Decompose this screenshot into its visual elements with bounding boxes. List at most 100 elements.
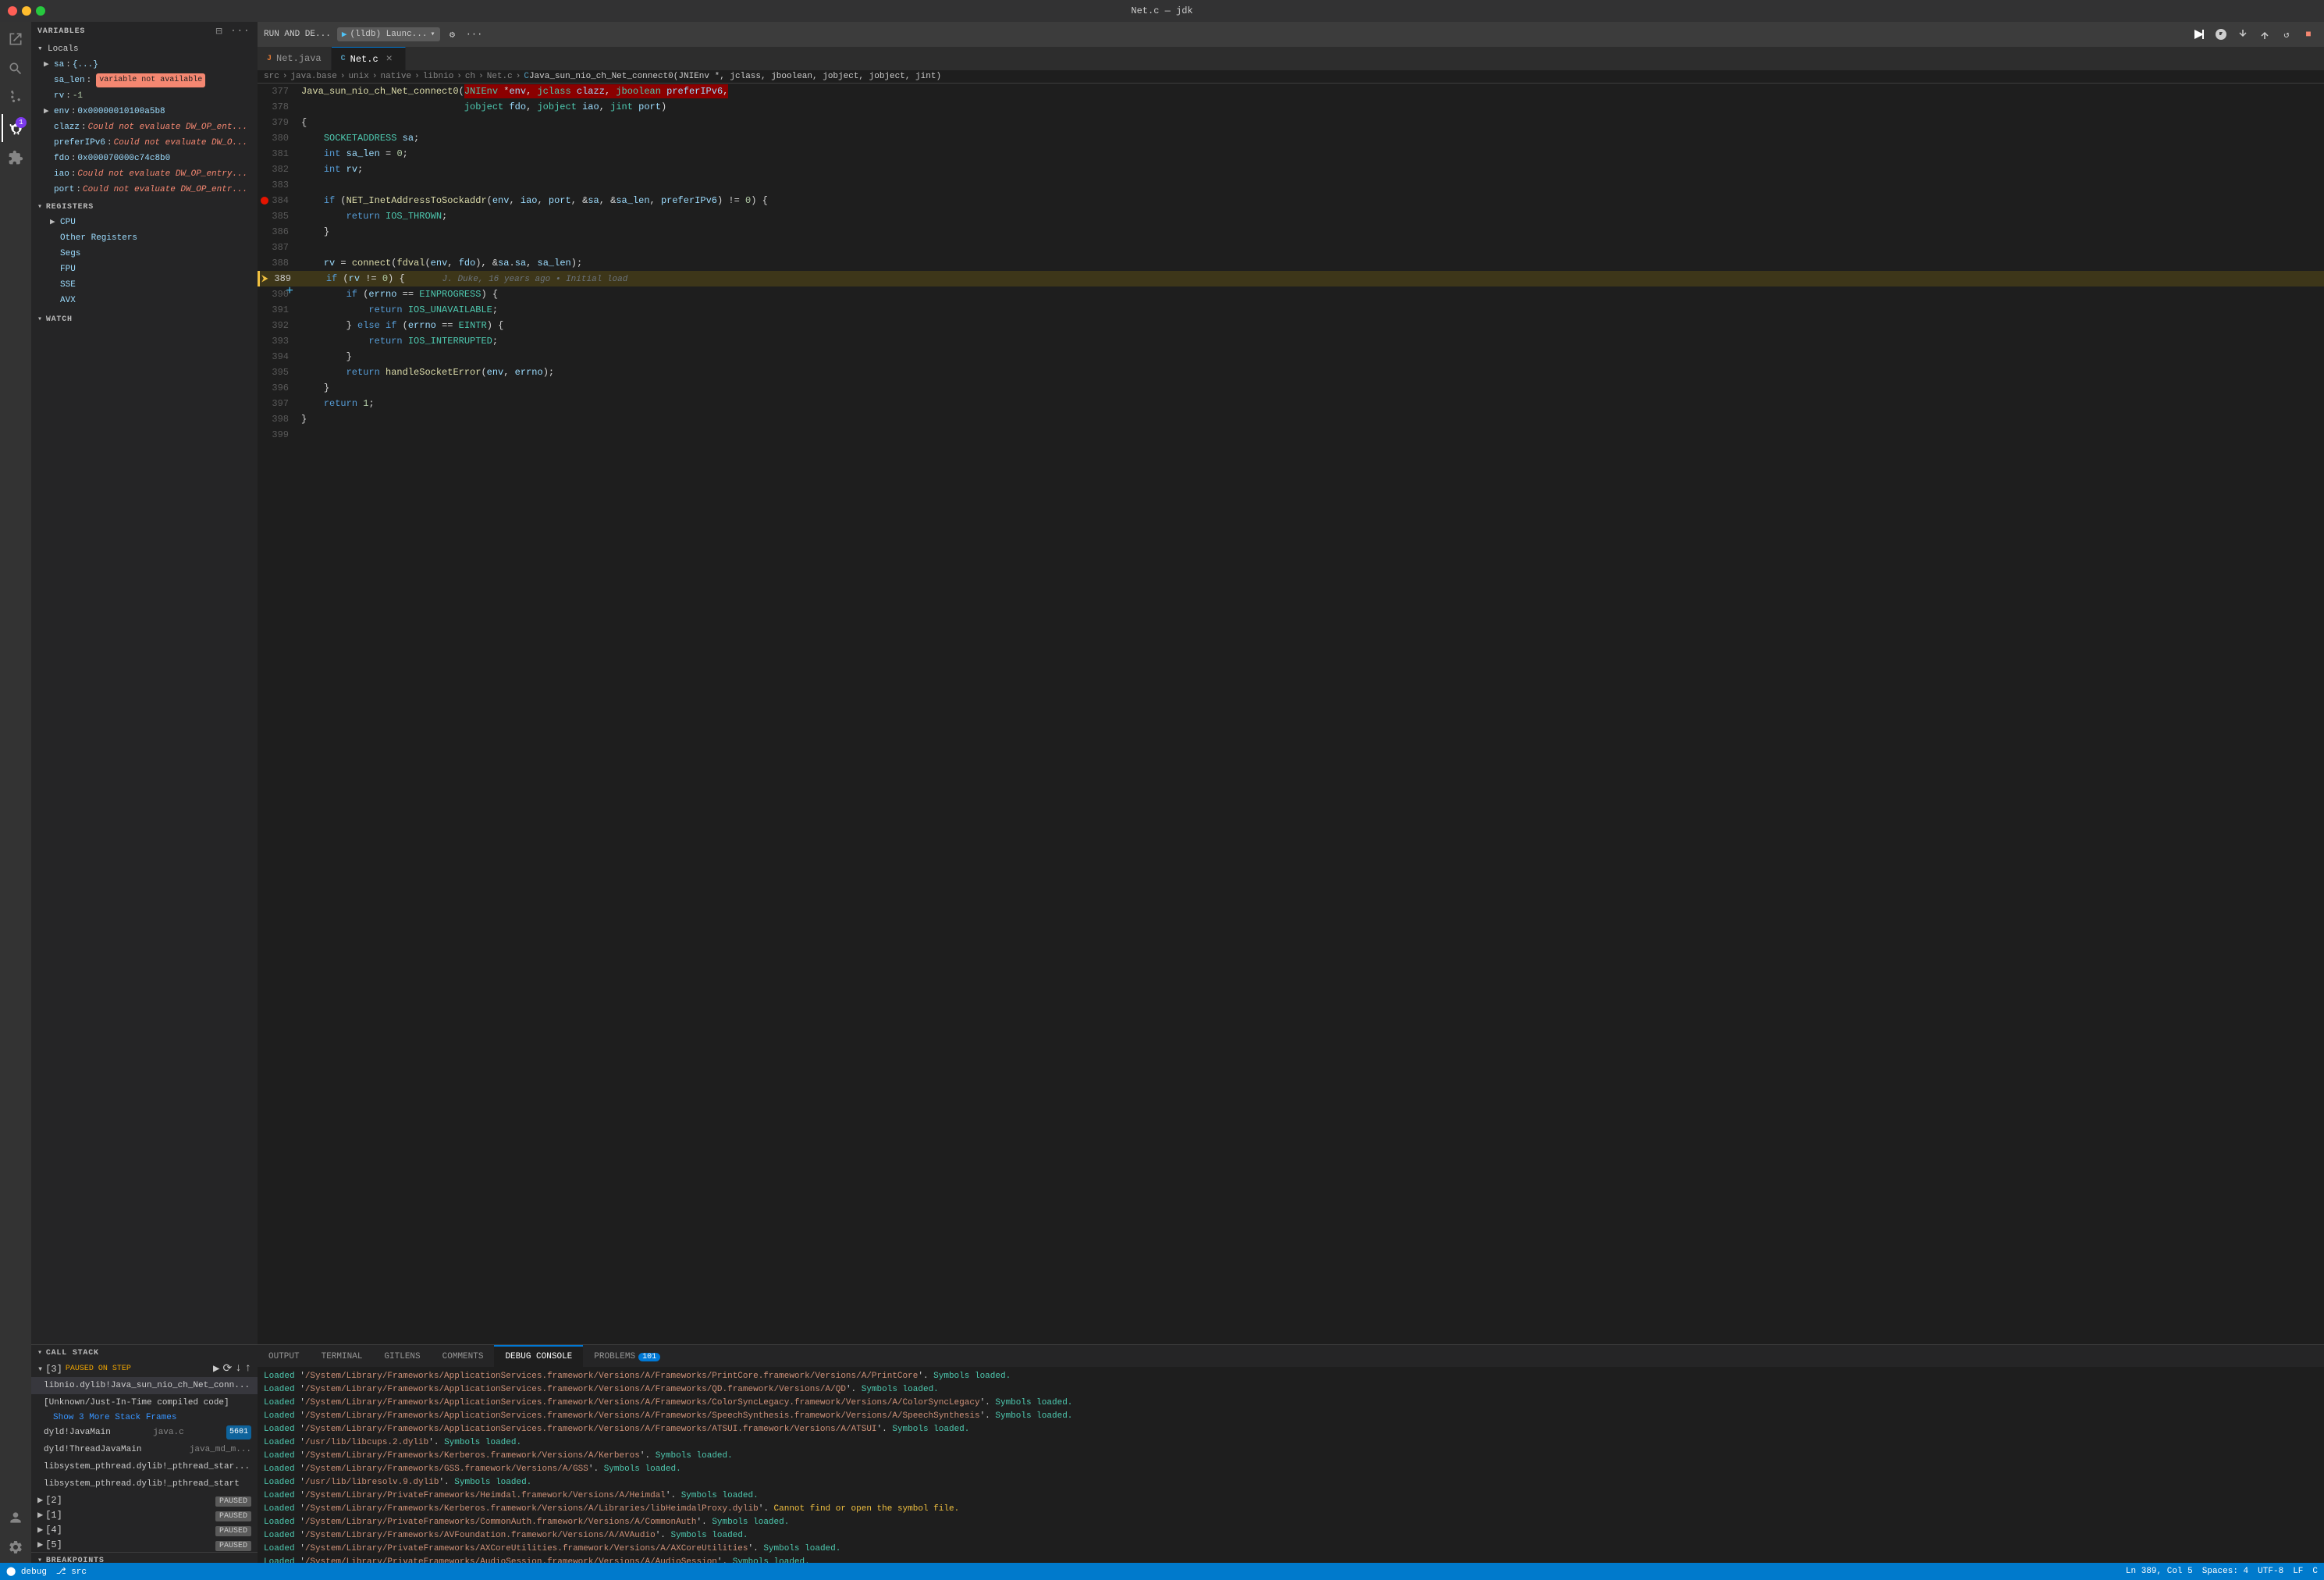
run-config[interactable]: ▶ (lldb) Launc... ▾ (337, 27, 440, 41)
frame-pthread-start1[interactable]: libsystem_pthread.dylib!_pthread_star... (31, 1458, 258, 1475)
status-language[interactable]: C (2312, 1567, 2318, 1576)
debug-restart-button[interactable]: ↺ (2277, 25, 2296, 44)
registers-header[interactable]: ▾ Registers (31, 199, 258, 215)
activity-explorer[interactable] (2, 25, 30, 53)
frame-jit[interactable]: [Unknown/Just-In-Time compiled code] (31, 1394, 258, 1411)
activity-settings[interactable] (2, 1533, 30, 1561)
var-rv[interactable]: ▶ rv : -1 (31, 88, 258, 104)
tab-close-button[interactable]: × (383, 53, 396, 66)
reg-fpu[interactable]: ▶ FPU (31, 262, 258, 277)
var-fdo[interactable]: ▶ fdo : 0x000070000c74c8b0 (31, 151, 258, 166)
status-encoding[interactable]: UTF-8 (2258, 1567, 2283, 1576)
var-sa[interactable]: ▶ sa : {...} (31, 57, 258, 73)
frame-threadjavamain[interactable]: dyld!ThreadJavaMain java_md_m... (31, 1441, 258, 1458)
activity-debug[interactable]: 1 (2, 114, 30, 142)
more-button[interactable]: ··· (465, 25, 484, 44)
thread-2-header[interactable]: ▶ [2] PAUSED (31, 1493, 258, 1507)
breakpoints-header[interactable]: ▾ BREAKPOINTS (31, 1552, 258, 1563)
reg-avx[interactable]: ▶ AVX (31, 293, 258, 308)
add-watch-390[interactable]: + (286, 284, 293, 298)
stepout-icon[interactable]: ↑ (245, 1362, 251, 1375)
collapse-all-icon[interactable]: ⊟ (214, 25, 223, 38)
line-content-391: return IOS_UNAVAILABLE; (295, 304, 2324, 315)
status-branch[interactable]: ⎇ src (56, 1566, 87, 1577)
activity-extensions[interactable] (2, 144, 30, 172)
bc-libnio[interactable]: libnio (423, 72, 454, 81)
stepinto-icon[interactable]: ↓ (235, 1362, 241, 1375)
tab-output[interactable]: OUTPUT (258, 1345, 311, 1367)
minimize-button[interactable] (22, 6, 31, 16)
show-more-frames[interactable]: Show 3 More Stack Frames (31, 1411, 258, 1424)
thread-1-header[interactable]: ▶ [1] PAUSED (31, 1507, 258, 1522)
thread-5-header[interactable]: ▶ [5] PAUSED (31, 1537, 258, 1552)
bc-netc[interactable]: Net.c (487, 72, 513, 81)
debug-stop-button[interactable]: ■ (2299, 25, 2318, 44)
activity-source-control[interactable] (2, 84, 30, 112)
stepover-icon[interactable]: ⟳ (222, 1362, 232, 1375)
bc-ch[interactable]: ch (465, 72, 475, 81)
debug-stepout-button[interactable] (2255, 25, 2274, 44)
maximize-button[interactable] (36, 6, 45, 16)
tab-gitlens[interactable]: GITLENS (373, 1345, 431, 1367)
var-port[interactable]: ▶ port : Could not evaluate DW_OP_entr..… (31, 182, 258, 198)
code-line-381: 381 int sa_len = 0; (258, 146, 2324, 162)
frame-pthread-start2[interactable]: libsystem_pthread.dylib!_pthread_start (31, 1475, 258, 1493)
status-position[interactable]: Ln 389, Col 5 (2126, 1567, 2193, 1576)
activity-search[interactable] (2, 55, 30, 83)
tab-comments[interactable]: COMMENTS (432, 1345, 495, 1367)
debug-stepinto-button[interactable] (2233, 25, 2252, 44)
var-env[interactable]: ▶ env : 0x00000010100a5b8 (31, 104, 258, 119)
tab-net-java[interactable]: J Net.java (258, 47, 332, 70)
var-clazz[interactable]: ▶ clazz : Could not evaluate DW_OP_ent..… (31, 119, 258, 135)
line-content-393: return IOS_INTERRUPTED; (295, 336, 2324, 347)
env-name: env (54, 105, 69, 119)
app-container: 1 VARIABLES ⊟ ··· ▾ Locals (0, 22, 2324, 1563)
bc-java-base[interactable]: java.base (290, 72, 336, 81)
status-spaces[interactable]: Spaces: 4 (2202, 1567, 2248, 1576)
reg-other[interactable]: ▶ Other Registers (31, 230, 258, 246)
var-sa-len[interactable]: ▶ sa_len : variable not available (31, 73, 258, 88)
tab-net-c[interactable]: C Net.c × (332, 47, 406, 70)
status-bar: ⬤ debug ⎇ src Ln 389, Col 5 Spaces: 4 UT… (0, 1563, 2324, 1580)
tab-debug-console[interactable]: DEBUG CONSOLE (494, 1345, 583, 1367)
debug-continue-button[interactable] (2190, 25, 2209, 44)
gutter-388: 388 (258, 258, 295, 269)
code-editor[interactable]: 377 Java_sun_nio_ch_Net_connect0(JNIEnv … (258, 84, 2324, 1344)
tab-terminal[interactable]: TERMINAL (311, 1345, 374, 1367)
callstack-header[interactable]: ▾ CALL STACK (31, 1345, 258, 1361)
close-button[interactable] (8, 6, 17, 16)
port-val: Could not evaluate DW_OP_entr... (83, 183, 247, 197)
continue-icon[interactable]: ▶ (213, 1362, 219, 1375)
activity-account[interactable] (2, 1503, 30, 1532)
tab-c-label: Net.c (350, 54, 378, 65)
locals-group[interactable]: ▾ Locals (31, 41, 258, 57)
code-line-378: 378 jobject fdo, jobject iao, jint port) (258, 99, 2324, 115)
debug-stepover-button[interactable] (2212, 25, 2230, 44)
thread-3-header[interactable]: ▾ [3] PAUSED ON STEP ▶ ⟳ ↓ ↑ (31, 1361, 258, 1377)
gutter-394: 394 (258, 351, 295, 362)
var-preferipv6[interactable]: ▶ preferIPv6 : Could not evaluate DW_O..… (31, 135, 258, 151)
watch-header[interactable]: ▾ WATCH (31, 311, 258, 327)
status-eol[interactable]: LF (2293, 1567, 2303, 1576)
console-line: Loaded '/System/Library/Frameworks/Appli… (264, 1370, 2318, 1383)
gear-button[interactable]: ⚙ (443, 25, 462, 44)
more-actions-icon[interactable]: ··· (229, 25, 251, 38)
bc-native[interactable]: native (380, 72, 411, 81)
status-debug[interactable]: ⬤ debug (6, 1566, 47, 1577)
tab-problems[interactable]: PROBLEMS 101 (583, 1345, 671, 1367)
breakpoint-384[interactable] (261, 197, 268, 205)
var-iao[interactable]: ▶ iao : Could not evaluate DW_OP_entry..… (31, 166, 258, 182)
run-toolbar: RUN AND DE... ▶ (lldb) Launc... ▾ ⚙ ··· (258, 22, 2324, 47)
reg-cpu[interactable]: ▶ CPU (31, 215, 258, 230)
bc-func[interactable]: Java_sun_nio_ch_Net_connect0(JNIEnv *, j… (529, 72, 941, 81)
frame-libnio[interactable]: libnio.dylib!Java_sun_nio_ch_Net_conn... (31, 1377, 258, 1394)
reg-segs[interactable]: ▶ Segs (31, 246, 258, 262)
thread-4-header[interactable]: ▶ [4] PAUSED (31, 1522, 258, 1537)
frame-javamain[interactable]: dyld!JavaMain java.c 5601 (31, 1424, 258, 1441)
reg-sse[interactable]: ▶ SSE (31, 277, 258, 293)
rv-val: -1 (73, 89, 83, 103)
bc-unix[interactable]: unix (348, 72, 368, 81)
line-num-396: 396 (272, 383, 289, 393)
console-output[interactable]: Loaded '/System/Library/Frameworks/Appli… (258, 1367, 2324, 1563)
bc-src[interactable]: src (264, 72, 279, 81)
